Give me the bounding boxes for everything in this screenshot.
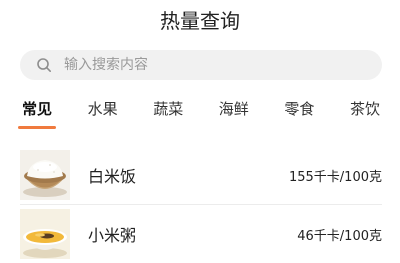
tab-tea-drinks[interactable]: 茶饮 <box>348 96 382 130</box>
tab-snacks[interactable]: 零食 <box>282 96 316 130</box>
tab-vegetables[interactable]: 蔬菜 <box>151 96 185 130</box>
search-icon <box>37 58 51 72</box>
food-name: 小米粥 <box>88 226 137 245</box>
category-tabs: 常见 水果 蔬菜 海鲜 零食 茶饮 <box>17 96 382 130</box>
food-list: 白米饭 155千卡/100克 小米粥 46千卡/100克 <box>20 146 382 263</box>
search-input[interactable] <box>64 50 364 80</box>
millet-porridge-image <box>20 209 70 259</box>
food-calories: 155千卡/100克 <box>288 169 382 185</box>
tab-seafood[interactable]: 海鲜 <box>217 96 251 130</box>
list-item[interactable]: 小米粥 46千卡/100克 <box>20 204 382 263</box>
food-calories: 46千卡/100克 <box>297 228 382 244</box>
food-name: 白米饭 <box>88 167 137 186</box>
rice-bowl-image <box>20 150 70 200</box>
search-bar[interactable] <box>20 50 382 80</box>
tab-common[interactable]: 常见 <box>17 96 57 130</box>
tab-fruit[interactable]: 水果 <box>86 96 120 130</box>
list-item[interactable]: 白米饭 155千卡/100克 <box>20 146 382 204</box>
page-title: 热量查询 <box>160 9 240 33</box>
